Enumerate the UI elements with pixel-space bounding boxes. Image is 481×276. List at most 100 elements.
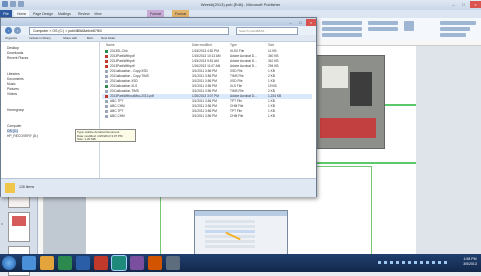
file-explorer-icon[interactable] (40, 256, 54, 270)
file-name: 2011allocation - Copy.XSD (110, 69, 148, 73)
clock-date: 3/5/2013 (463, 262, 477, 266)
ribbon-button[interactable] (404, 21, 414, 31)
explorer-close-button[interactable]: × (306, 19, 316, 26)
nav-computer[interactable]: Computer (7, 124, 21, 128)
publisher-icon[interactable] (112, 256, 126, 270)
window-title: Week6(2013).pub [Edit] - Microsoft Publi… (200, 2, 281, 7)
file-row[interactable]: ABC.CHM 3/1/2011 3:56 PM CHM File 1 KB (102, 114, 312, 119)
excel-icon[interactable] (58, 256, 72, 270)
ribbon-button[interactable] (322, 21, 362, 25)
explorer-maximize-button[interactable]: □ (296, 19, 305, 26)
tray-icon[interactable] (414, 261, 417, 264)
file-type: CHM File (230, 104, 244, 108)
share-with-menu[interactable]: Share with (63, 36, 77, 40)
clock[interactable]: 1:58 PM 3/5/2013 (460, 257, 480, 267)
nav-music[interactable]: Music (7, 82, 16, 86)
screenshot-row (205, 240, 255, 243)
tray-icon[interactable] (396, 261, 399, 264)
file-icon (105, 100, 108, 103)
search-input[interactable]: Search publ4B5A8... (236, 27, 298, 35)
file-size: 2 KB (268, 74, 275, 78)
column-header-date[interactable]: Date modified (192, 43, 212, 47)
back-arrow-icon[interactable]: ‹ (5, 27, 12, 34)
file-date: 3/1/2011 3:56 PM (192, 89, 217, 93)
start-button[interactable] (2, 256, 16, 270)
nav-os-c[interactable]: OS (C:) (7, 129, 19, 133)
file-type: Adobe Acrobat D... (230, 54, 257, 58)
network-icon[interactable] (444, 261, 447, 264)
ribbon-button[interactable] (322, 27, 362, 31)
burn-button[interactable]: Burn (87, 36, 93, 40)
word-icon[interactable] (76, 256, 90, 270)
nav-hp-recovery-d[interactable]: HP_RECOVERY (D:) (7, 134, 38, 138)
tray-icon[interactable] (420, 261, 423, 264)
file-tooltip: Type: Adobe Acrobat Document Date modifi… (75, 129, 136, 142)
internet-explorer-icon[interactable] (22, 256, 36, 270)
powerpoint-icon[interactable] (94, 256, 108, 270)
explorer-minimize-button[interactable]: – (286, 19, 295, 26)
tray-icon[interactable] (384, 261, 387, 264)
nav-homegroup[interactable]: Homegroup (7, 108, 24, 112)
explorer-title-bar: – □ × (1, 18, 316, 26)
file-name: 2011allocation.XLS (110, 84, 138, 88)
nav-downloads[interactable]: Downloads (7, 51, 23, 55)
file-size: 1 KB (268, 69, 275, 73)
close-button[interactable]: × (470, 1, 481, 8)
include-in-library-menu[interactable]: Include in library (29, 36, 51, 40)
minimize-button[interactable]: – (449, 1, 458, 8)
column-header-type[interactable]: Type (230, 43, 237, 47)
onenote-icon[interactable] (130, 256, 144, 270)
outlook-icon[interactable] (148, 256, 162, 270)
file-type: TIMS File (230, 89, 244, 93)
tray-icon[interactable] (390, 261, 393, 264)
column-header-name[interactable]: Name (106, 43, 115, 47)
address-bar[interactable]: Computer > OS (C:) > publ4B5A8a9cb87f63 (29, 27, 229, 35)
tray-icon[interactable] (408, 261, 411, 264)
ribbon-button[interactable] (440, 21, 476, 25)
app-icon[interactable] (166, 256, 180, 270)
forward-arrow-icon[interactable]: › (14, 27, 21, 34)
tray-icon[interactable] (378, 261, 381, 264)
nav-recent-places[interactable]: Recent Places (7, 56, 28, 60)
file-icon (105, 65, 108, 68)
file-name: 2011allocation.TIMS (110, 89, 139, 93)
file-size: 1,234 KB (268, 94, 282, 98)
nav-desktop[interactable]: Desktop (7, 46, 19, 50)
maximize-button[interactable]: □ (459, 1, 468, 8)
ribbon-button[interactable] (322, 33, 362, 37)
file-date: 3/1/2011 3:56 PM (192, 99, 217, 103)
explorer-window[interactable]: – □ × ‹ › Computer > OS (C:) > publ4B5A8… (0, 17, 317, 197)
file-size: 340 KB (268, 54, 279, 58)
file-type: TIMS File (230, 74, 244, 78)
file-date: 1/15/2013 9:51 AM (192, 59, 219, 63)
ribbon-button[interactable] (368, 27, 398, 31)
file-type: CHM File (230, 114, 244, 118)
file-name: 2011allocation - Copy.TIMS (110, 74, 149, 78)
file-type: XSD File (230, 79, 243, 83)
new-folder-button[interactable]: New folder (101, 36, 115, 40)
organize-menu[interactable]: Organize (5, 36, 17, 40)
file-name: 2013SL-Chk (110, 49, 128, 53)
ribbon-button[interactable] (368, 21, 398, 25)
file-size: 1 KB (268, 114, 275, 118)
equipment-photo[interactable] (313, 55, 385, 149)
volume-icon[interactable] (438, 261, 441, 264)
file-date: 3/1/2011 3:56 PM (192, 114, 217, 118)
tray-icon[interactable] (402, 261, 405, 264)
file-date: 3/1/2011 3:56 PM (192, 79, 217, 83)
tray-icon[interactable] (432, 261, 435, 264)
nav-documents[interactable]: Documents (7, 77, 24, 81)
file-name: 2013ParkWithpdf (110, 64, 135, 68)
nav-videos[interactable]: Videos (7, 92, 17, 96)
file-name: ABC.TPT (110, 99, 124, 103)
file-icon (105, 90, 108, 93)
ribbon-button[interactable] (440, 33, 466, 37)
nav-pictures[interactable]: Pictures (7, 87, 19, 91)
file-date: 1/25/2013 3:07 PM (192, 94, 219, 98)
tray-icon[interactable] (426, 261, 429, 264)
column-header-size[interactable]: Size (268, 43, 274, 47)
page-thumbnail[interactable] (8, 212, 30, 242)
file-date: 3/1/2011 3:56 PM (192, 109, 217, 113)
nav-libraries[interactable]: Libraries (7, 72, 20, 76)
ribbon-button[interactable] (440, 27, 470, 31)
